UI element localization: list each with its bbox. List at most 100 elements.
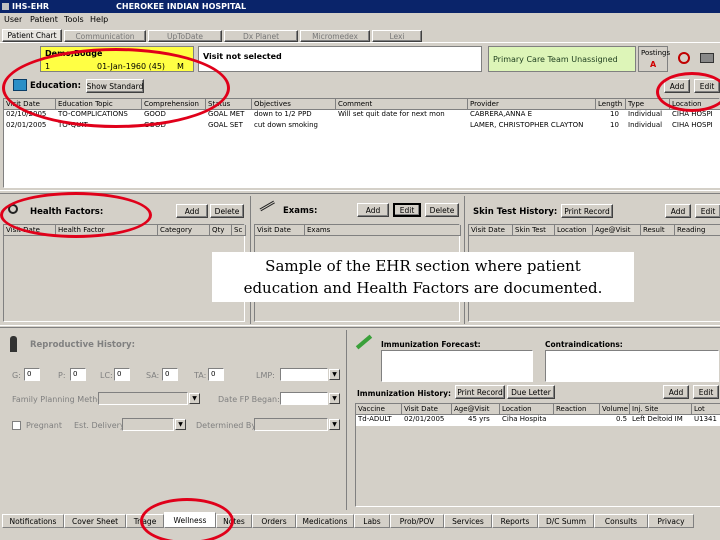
imm-edit-button[interactable]: Edit [693,385,719,399]
hf-col-header[interactable]: Category [158,225,210,236]
lc-label: LC: [100,371,113,380]
hf-col-header[interactable]: Qty [210,225,232,236]
exams-col-header[interactable]: Exams [305,225,461,236]
imm-col-header[interactable]: Lot [692,404,720,415]
chevron-down-icon[interactable]: ▼ [329,369,340,380]
pregnant-checkbox[interactable] [12,421,21,430]
skin-col-header[interactable]: Reading [675,225,720,236]
tab-privacy[interactable]: Privacy [648,514,694,528]
health-factors-delete-button[interactable]: Delete [210,204,244,218]
hf-col-header[interactable]: Sc [232,225,246,236]
skin-col-header[interactable]: Skin Test [513,225,555,236]
imm-col-header[interactable]: Volume [600,404,630,415]
skin-col-header[interactable]: Visit Date [469,225,513,236]
lc-field[interactable]: 0 [114,368,130,381]
table-cell: CABRERA,ANNA E [470,110,533,118]
visit-box[interactable]: Visit not selected [198,46,482,72]
tab-lexi[interactable]: Lexi [372,30,422,42]
chevron-down-icon[interactable]: ▼ [189,393,200,404]
imm-add-button[interactable]: Add [663,385,689,399]
skin-test-edit-button[interactable]: Edit [695,204,720,218]
window-title: CHEROKEE INDIAN HOSPITAL [116,2,247,11]
tab-prob-pov[interactable]: Prob/POV [390,514,444,528]
p-field[interactable]: 0 [70,368,86,381]
menu-user[interactable]: User [4,15,22,24]
postings-box[interactable]: Postings A [638,46,670,72]
edd-field[interactable] [122,418,174,431]
skin-col-header[interactable]: Age@Visit [593,225,641,236]
lmp-field[interactable] [280,368,328,381]
caption-line-2: education and Health Factors are documen… [243,279,603,297]
exams-edit-button[interactable]: Edit [393,203,421,217]
tab-medications[interactable]: Medications [296,514,354,528]
education-col-header[interactable]: Provider [468,99,596,110]
imm-col-header[interactable]: Age@Visit [452,404,500,415]
visit-label: Visit not selected [203,52,282,61]
education-col-header[interactable]: Length [596,99,626,110]
table-cell: down to 1/2 PPD [254,110,312,118]
tab-patient-chart[interactable]: Patient Chart [2,29,62,42]
health-factors-add-button[interactable]: Add [176,204,208,218]
tab-cover-sheet[interactable]: Cover Sheet [64,514,126,528]
tab-dx-planet[interactable]: Dx Planet [224,30,298,42]
ta-field[interactable]: 0 [208,368,224,381]
forecast-title: Immunization Forecast: [381,340,481,349]
tab-consults[interactable]: Consults [594,514,648,528]
forecast-box [381,350,533,382]
tab-communication[interactable]: Communication [64,30,146,42]
care-team-box[interactable]: Primary Care Team Unassigned [488,46,636,72]
printer-icon[interactable] [700,53,714,63]
family-planning-label: Family Planning Method: [12,395,110,404]
exams-delete-button[interactable]: Delete [425,203,459,217]
g-label: G: [12,371,21,380]
skin-col-header[interactable]: Location [555,225,593,236]
education-col-header[interactable]: Comment [336,99,468,110]
tab-labs[interactable]: Labs [354,514,390,528]
postings-value: A [650,60,657,69]
no-entry-icon[interactable] [678,52,690,64]
education-col-header[interactable]: Objectives [252,99,336,110]
imm-print-button[interactable]: Print Record [455,385,505,399]
tab-notifications[interactable]: Notifications [2,514,64,528]
contra-title: Contraindications: [545,340,623,349]
health-factors-grid: Visit Date Health Factor Category Qty Sc [3,224,246,322]
due-letter-button[interactable]: Due Letter [507,385,555,399]
annotation-circle-add-edit [656,72,720,112]
determined-select[interactable] [254,418,328,431]
table-cell: 02/01/2005 [404,415,445,423]
sa-field[interactable]: 0 [162,368,178,381]
imm-col-header[interactable]: Location [500,404,554,415]
tab-uptodate[interactable]: UpToDate [148,30,222,42]
chevron-down-icon[interactable]: ▼ [329,393,340,404]
tab-orders[interactable]: Orders [252,514,296,528]
g-field[interactable]: 0 [24,368,40,381]
tab-reports[interactable]: Reports [492,514,538,528]
menu-help[interactable]: Help [90,15,108,24]
table-cell: Left Deltoid IM [632,415,683,423]
imm-col-header[interactable]: Reaction [554,404,600,415]
tab-micromedex[interactable]: Micromedex [300,30,370,42]
tab-services[interactable]: Services [444,514,492,528]
annotation-circle-wellness-tab [140,498,234,540]
table-cell: cut down smoking [254,121,318,129]
tab-dc-summ[interactable]: D/C Summ [538,514,594,528]
menu-tools[interactable]: Tools [64,15,84,24]
imm-col-header[interactable]: Inj. Site [630,404,692,415]
chevron-down-icon[interactable]: ▼ [329,419,340,430]
skin-test-print-button[interactable]: Print Record [561,204,613,218]
skin-test-add-button[interactable]: Add [665,204,691,218]
splitter-2[interactable] [0,325,720,328]
pregnant-label: Pregnant [26,421,62,430]
exams-add-button[interactable]: Add [357,203,389,217]
menu-patient[interactable]: Patient [30,15,58,24]
app-name: IHS-EHR [12,2,50,11]
family-planning-select[interactable] [98,392,188,405]
lmp-label: LMP: [256,371,275,380]
imm-col-header[interactable]: Vaccine [356,404,402,415]
exams-col-header[interactable]: Visit Date [255,225,305,236]
table-row[interactable]: Td-ADULT 02/01/2005 45 yrs Ciha Hospita … [356,415,720,426]
chevron-down-icon[interactable]: ▼ [175,419,186,430]
skin-col-header[interactable]: Result [641,225,675,236]
imm-col-header[interactable]: Visit Date [402,404,452,415]
date-fp-field[interactable] [280,392,328,405]
